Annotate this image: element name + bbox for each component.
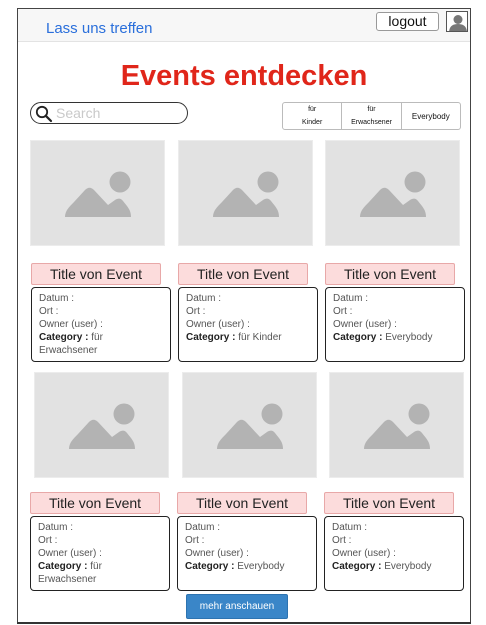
event-date-label: Datum : (38, 522, 74, 533)
event-image[interactable] (34, 372, 169, 478)
event-title[interactable]: Title von Event (30, 492, 160, 514)
image-placeholder-icon (364, 403, 430, 449)
event-category-label: Category : (39, 332, 89, 343)
event-date-label: Datum : (186, 293, 222, 304)
search-input[interactable] (56, 104, 181, 122)
event-details-card[interactable]: Datum : Ort : Owner (user) : Category : … (325, 287, 465, 362)
event-title[interactable]: Title von Event (324, 492, 454, 514)
event-owner-label: Owner (user) : (38, 548, 102, 559)
event-image[interactable] (30, 140, 165, 246)
image-placeholder-icon (360, 171, 426, 217)
search-icon (35, 105, 53, 123)
event-place-label: Ort : (185, 535, 205, 546)
logout-button[interactable]: logout (376, 12, 439, 31)
event-title[interactable]: Title von Event (325, 263, 455, 285)
event-title[interactable]: Title von Event (177, 492, 307, 514)
event-place-label: Ort : (186, 306, 206, 317)
image-placeholder-icon (69, 403, 135, 449)
event-date-label: Datum : (333, 293, 369, 304)
event-category-row: Category : Everybody (333, 331, 458, 344)
event-details-card[interactable]: Datum : Ort : Owner (user) : Category : … (178, 287, 318, 362)
event-category-row: Category : für Kinder (186, 331, 311, 344)
filter-erwachsener-button[interactable]: für Erwachsener (342, 103, 402, 129)
event-place-label: Ort : (39, 306, 59, 317)
filter-everybody-button[interactable]: Everybody (402, 103, 460, 129)
frame-bottom-border (17, 622, 471, 624)
event-title[interactable]: Title von Event (31, 263, 161, 285)
event-category-label: Category : (186, 332, 236, 343)
event-category-label: Category : (185, 561, 235, 572)
brand-link[interactable]: Lass uns treffen (46, 20, 152, 37)
event-category-value: für Kinder (238, 332, 282, 343)
event-date-label: Datum : (39, 293, 75, 304)
search-bar[interactable] (30, 102, 188, 124)
event-category-row: Category : für Erwachsener (39, 331, 164, 357)
event-category-label: Category : (332, 561, 382, 572)
event-owner-label: Owner (user) : (332, 548, 396, 559)
image-placeholder-icon (217, 403, 283, 449)
event-category-row: Category : für Erwachsener (38, 560, 163, 586)
image-placeholder-icon (213, 171, 279, 217)
event-place-label: Ort : (38, 535, 58, 546)
user-icon[interactable] (446, 11, 468, 32)
event-category-value: Everybody (385, 332, 433, 343)
event-details-card[interactable]: Datum : Ort : Owner (user) : Category : … (31, 287, 171, 362)
event-date-label: Datum : (185, 522, 221, 533)
event-date-label: Datum : (332, 522, 368, 533)
event-place-label: Ort : (332, 535, 352, 546)
event-image[interactable] (178, 140, 313, 246)
image-placeholder-icon (65, 171, 131, 217)
event-image[interactable] (182, 372, 317, 478)
event-owner-label: Owner (user) : (186, 319, 250, 330)
event-details-card[interactable]: Datum : Ort : Owner (user) : Category : … (324, 516, 464, 591)
show-more-button[interactable]: mehr anschauen (186, 594, 288, 619)
event-image[interactable] (329, 372, 464, 478)
event-owner-label: Owner (user) : (185, 548, 249, 559)
filter-kinder-button[interactable]: für Kinder (283, 103, 343, 129)
event-place-label: Ort : (333, 306, 353, 317)
event-owner-label: Owner (user) : (333, 319, 397, 330)
event-category-value: Everybody (237, 561, 285, 572)
category-filter-group: für Kinder für Erwachsener Everybody (282, 102, 461, 130)
event-category-label: Category : (333, 332, 383, 343)
event-title[interactable]: Title von Event (178, 263, 308, 285)
event-category-row: Category : Everybody (185, 560, 310, 573)
event-image[interactable] (325, 140, 460, 246)
event-details-card[interactable]: Datum : Ort : Owner (user) : Category : … (30, 516, 170, 591)
event-category-label: Category : (38, 561, 88, 572)
event-owner-label: Owner (user) : (39, 319, 103, 330)
event-category-value: Everybody (384, 561, 432, 572)
event-category-row: Category : Everybody (332, 560, 457, 573)
page-title: Events entdecken (120, 60, 368, 92)
event-details-card[interactable]: Datum : Ort : Owner (user) : Category : … (177, 516, 317, 591)
